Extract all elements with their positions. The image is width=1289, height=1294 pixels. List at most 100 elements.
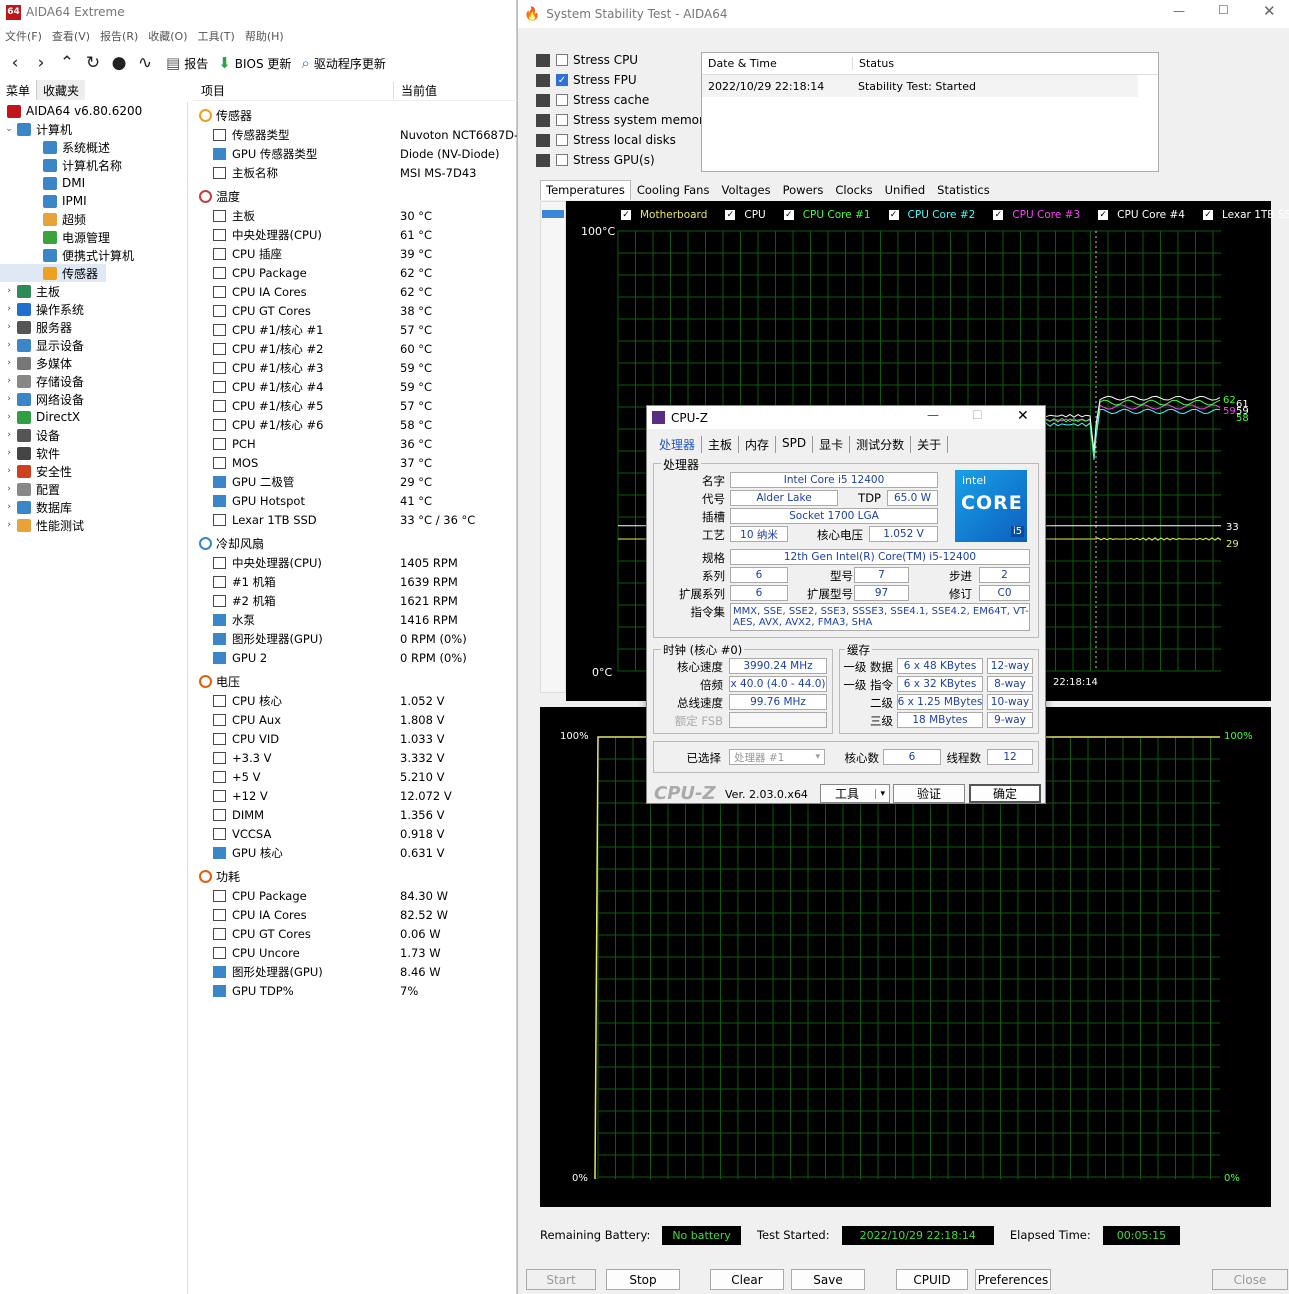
column-date-time[interactable]: Date & Time xyxy=(702,57,852,70)
forward-icon[interactable]: › xyxy=(30,52,52,74)
menu-item[interactable]: 报告(R) xyxy=(95,28,143,48)
cpuz-tab[interactable]: 显卡 xyxy=(813,436,851,453)
close-button[interactable]: Close xyxy=(1212,1269,1288,1290)
sensor-row[interactable]: PCH 36 °C xyxy=(193,434,517,453)
legend-checkbox[interactable]: ✓ xyxy=(888,210,899,220)
tree-item[interactable]: › 安全性 xyxy=(0,462,187,480)
preferences-button[interactable]: Preferences xyxy=(975,1269,1051,1290)
expand-arrow-icon[interactable]: › xyxy=(4,448,14,458)
legend-item[interactable]: ✓ Lexar 1TB SSD xyxy=(1202,209,1289,221)
sensor-row[interactable]: CPU Package 84.30 W xyxy=(193,886,517,905)
sensor-row[interactable]: GPU 2 0 RPM (0%) xyxy=(193,648,517,667)
minimize-icon[interactable]: — xyxy=(1173,4,1185,18)
tree-item[interactable]: › 服务器 xyxy=(0,318,187,336)
table-row[interactable]: 2022/10/29 22:18:14 Stability Test: Star… xyxy=(702,75,1138,97)
cpuid-button[interactable]: CPUID xyxy=(896,1269,968,1290)
menu-item[interactable]: 工具(T) xyxy=(193,28,240,48)
scrollbar-thumb[interactable] xyxy=(542,210,564,218)
sensor-row[interactable]: +3.3 V 3.332 V xyxy=(193,748,517,767)
tree-item[interactable]: › 设备 xyxy=(0,426,187,444)
user-icon[interactable]: ● xyxy=(108,52,130,74)
tree-item[interactable]: › 软件 xyxy=(0,444,187,462)
expand-arrow-icon[interactable]: › xyxy=(4,520,14,530)
legend-checkbox[interactable]: ✓ xyxy=(993,210,1004,220)
stress-checkbox[interactable] xyxy=(556,134,568,146)
driver-update-button[interactable]: ⌕ 驱动程序更新 xyxy=(301,54,385,72)
legend-checkbox[interactable]: ✓ xyxy=(621,210,631,220)
tree-item[interactable]: › 操作系统 xyxy=(0,300,187,318)
sensor-row[interactable]: DIMM 1.356 V xyxy=(193,805,517,824)
sensor-row[interactable]: CPU VID 1.033 V xyxy=(193,729,517,748)
graph-tab[interactable]: Temperatures xyxy=(540,180,631,200)
expand-arrow-icon[interactable]: › xyxy=(4,340,14,350)
tree-item[interactable]: 传感器 xyxy=(0,264,106,282)
tree-item[interactable]: 电源管理 xyxy=(0,228,187,246)
sensor-row[interactable]: CPU GT Cores 0.06 W xyxy=(193,924,517,943)
report-button[interactable]: ▤ 报告 xyxy=(166,54,208,72)
tree-item[interactable]: › 性能测试 xyxy=(0,516,187,534)
graph-tab[interactable]: Statistics xyxy=(931,180,996,200)
expand-arrow-icon[interactable]: › xyxy=(4,376,14,386)
processor-select[interactable]: 处理器 #1 ▾ xyxy=(729,749,825,765)
graph-tab[interactable]: Unified xyxy=(879,180,932,200)
legend-checkbox[interactable]: ✓ xyxy=(1202,210,1213,220)
maximize-icon[interactable]: ☐ xyxy=(972,408,983,422)
expand-arrow-icon[interactable]: › xyxy=(4,322,14,332)
tools-button[interactable]: 工具 ▾ xyxy=(820,784,890,803)
column-value[interactable]: 当前值 xyxy=(393,81,437,99)
sensor-row[interactable]: CPU Uncore 1.73 W xyxy=(193,943,517,962)
close-icon[interactable]: ✕ xyxy=(1263,2,1276,20)
stress-checkbox[interactable] xyxy=(556,54,568,66)
sensor-row[interactable]: GPU 二极管 29 °C xyxy=(193,472,517,491)
stress-checkbox[interactable] xyxy=(556,94,568,106)
tree-item[interactable]: ⌄ 计算机 xyxy=(0,120,187,138)
expand-arrow-icon[interactable]: › xyxy=(4,394,14,404)
sensor-row[interactable]: #1 机箱 1639 RPM xyxy=(193,572,517,591)
sensor-row[interactable]: 传感器类型 Nuvoton NCT6687D-M xyxy=(193,125,517,144)
up-icon[interactable]: ⌃ xyxy=(56,52,78,74)
sensor-row[interactable]: GPU TDP% 7% xyxy=(193,981,517,1000)
menu-item[interactable]: 帮助(H) xyxy=(240,28,289,48)
legend-item[interactable]: ✓ CPU Core #1 xyxy=(783,209,880,221)
sensor-row[interactable]: 主板名称 MSI MS-7D43 xyxy=(193,163,517,182)
close-icon[interactable]: ✕ xyxy=(1017,408,1029,424)
sensor-row[interactable]: 图形处理器(GPU) 0 RPM (0%) xyxy=(193,629,517,648)
tree-item[interactable]: 系统概述 xyxy=(0,138,187,156)
save-button[interactable]: Save xyxy=(791,1269,865,1290)
sensor-row[interactable]: 水泵 1416 RPM xyxy=(193,610,517,629)
legend-item[interactable]: ✓ CPU Core #2 xyxy=(888,209,985,221)
tree-item[interactable]: › 网络设备 xyxy=(0,390,187,408)
menu-item[interactable]: 收藏(O) xyxy=(143,28,192,48)
legend-item[interactable]: ✓ Motherboard xyxy=(621,209,716,221)
sensor-row[interactable]: CPU #1/核心 #2 60 °C xyxy=(193,339,517,358)
sensor-row[interactable]: 图形处理器(GPU) 8.46 W xyxy=(193,962,517,981)
sensor-row[interactable]: #2 机箱 1621 RPM xyxy=(193,591,517,610)
legend-checkbox[interactable]: ✓ xyxy=(783,210,794,220)
validate-button[interactable]: 验证 xyxy=(893,784,965,803)
sensor-row[interactable]: VCCSA 0.918 V xyxy=(193,824,517,843)
tree-item[interactable]: 便携式计算机 xyxy=(0,246,187,264)
cpuz-tab[interactable]: 测试分数 xyxy=(850,436,912,453)
tree-item[interactable]: › 主板 xyxy=(0,282,187,300)
graph-scrollbar[interactable] xyxy=(540,201,566,693)
bios-update-button[interactable]: ⬇ BIOS 更新 xyxy=(218,54,291,72)
sensor-row[interactable]: MOS 37 °C xyxy=(193,453,517,472)
tree-item[interactable]: › 配置 xyxy=(0,480,187,498)
cpuz-tab[interactable]: 处理器 xyxy=(653,436,703,453)
graph-tab[interactable]: Cooling Fans xyxy=(631,180,716,200)
expand-arrow-icon[interactable]: › xyxy=(4,286,14,296)
expand-arrow-icon[interactable]: › xyxy=(4,466,14,476)
expand-arrow-icon[interactable]: › xyxy=(4,484,14,494)
sensor-row[interactable]: +12 V 12.072 V xyxy=(193,786,517,805)
expand-arrow-icon[interactable]: › xyxy=(4,304,14,314)
start-button[interactable]: Start xyxy=(526,1269,596,1290)
back-icon[interactable]: ‹ xyxy=(4,52,26,74)
chart-icon[interactable]: ∿ xyxy=(134,52,156,74)
column-item[interactable]: 项目 xyxy=(193,82,393,99)
tree-item[interactable]: AIDA64 v6.80.6200 xyxy=(0,102,187,120)
legend-item[interactable]: ✓ CPU xyxy=(725,209,774,221)
tree-item[interactable]: DMI xyxy=(0,174,187,192)
maximize-icon[interactable]: ☐ xyxy=(1218,3,1229,17)
tree-item[interactable]: › 多媒体 xyxy=(0,354,187,372)
stress-checkbox[interactable] xyxy=(556,154,568,166)
